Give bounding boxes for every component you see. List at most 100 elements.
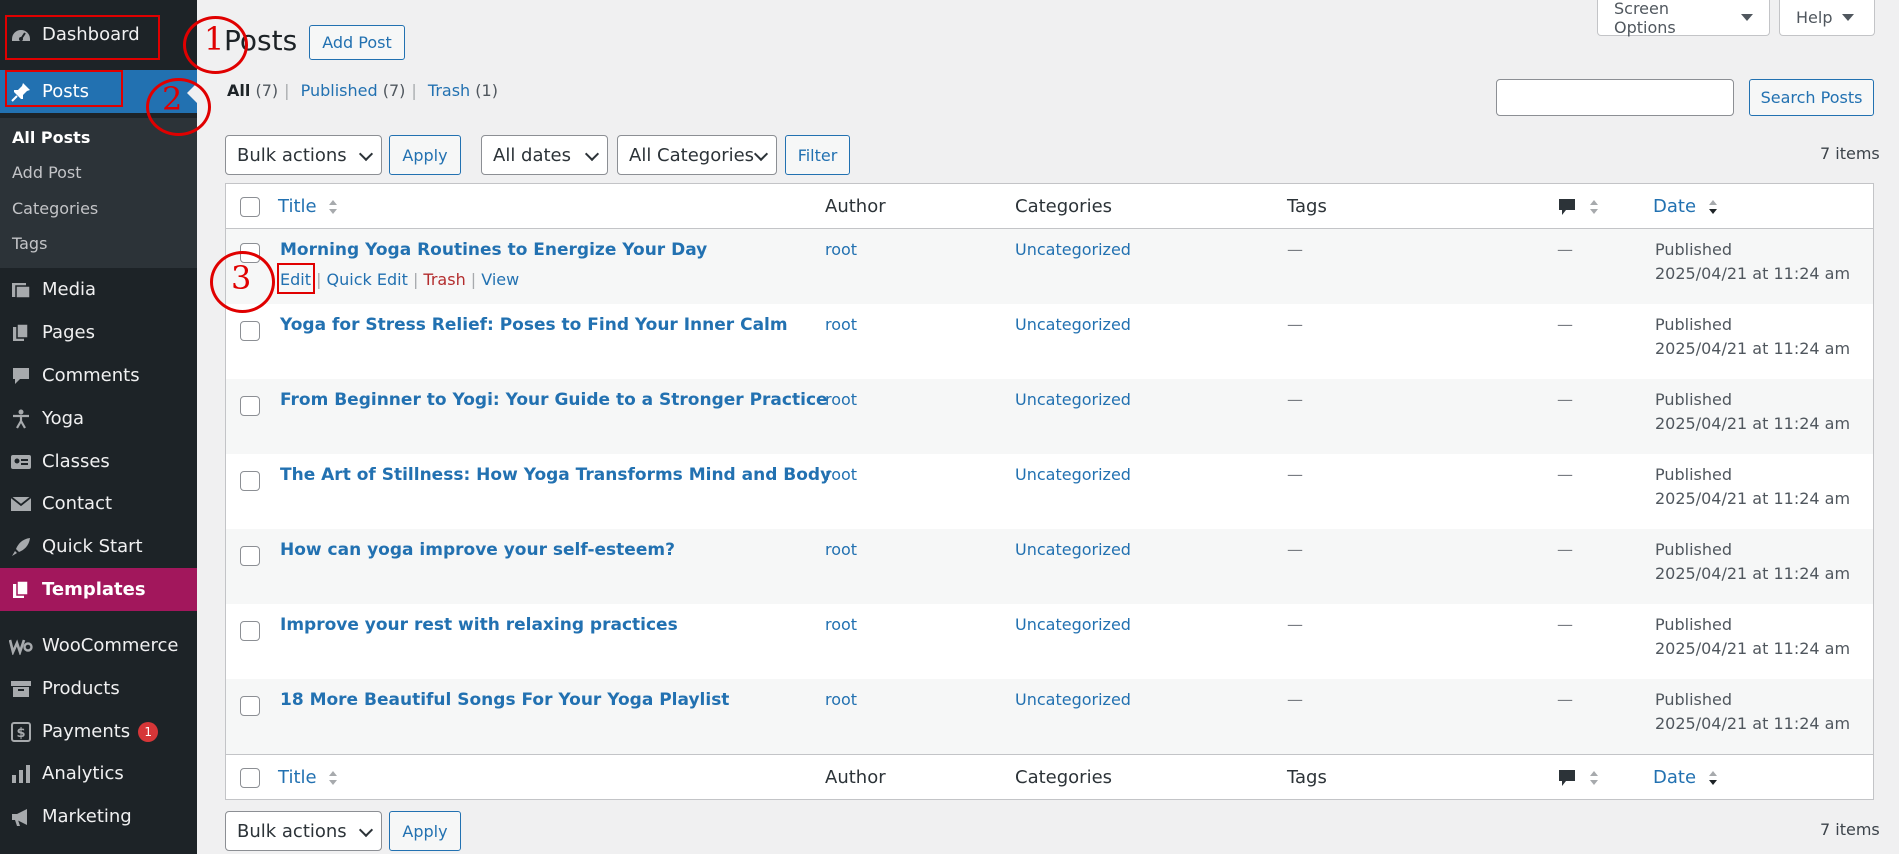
screen-options-button[interactable]: Screen Options bbox=[1597, 0, 1770, 37]
menu-classes[interactable]: Classes bbox=[0, 440, 197, 483]
categories-select[interactable]: All Categories bbox=[617, 135, 777, 175]
filter-published[interactable]: Published bbox=[301, 81, 378, 100]
notification-badge: 1 bbox=[138, 721, 159, 742]
comments-value: — bbox=[1557, 240, 1573, 259]
menu-label: Contact bbox=[42, 493, 113, 514]
comments-value: — bbox=[1557, 690, 1573, 709]
bulk-actions-select-bottom[interactable]: Bulk actions bbox=[225, 811, 382, 851]
menu-marketing[interactable]: Marketing bbox=[0, 795, 197, 838]
post-title-link[interactable]: Improve your rest with relaxing practice… bbox=[280, 615, 678, 635]
row-checkbox[interactable] bbox=[240, 546, 260, 566]
rocket-icon bbox=[0, 536, 42, 558]
select-all-checkbox[interactable] bbox=[240, 197, 260, 217]
row-checkbox[interactable] bbox=[240, 471, 260, 491]
filter-all[interactable]: All bbox=[227, 81, 250, 100]
row-checkbox[interactable] bbox=[240, 696, 260, 716]
post-title-link[interactable]: Morning Yoga Routines to Energize Your D… bbox=[280, 240, 707, 260]
menu-contact[interactable]: Contact bbox=[0, 482, 197, 525]
author-link[interactable]: root bbox=[825, 690, 857, 709]
menu-comments[interactable]: Comments bbox=[0, 354, 197, 397]
post-date: 2025/04/21 at 11:24 am bbox=[1655, 639, 1851, 658]
trash-link[interactable]: Trash bbox=[423, 270, 465, 289]
row-checkbox[interactable] bbox=[240, 321, 260, 341]
post-title-link[interactable]: 18 More Beautiful Songs For Your Yoga Pl… bbox=[280, 690, 729, 710]
author-link[interactable]: root bbox=[825, 540, 857, 559]
bulk-actions-select[interactable]: Bulk actions bbox=[225, 135, 382, 175]
table-row: 18 More Beautiful Songs For Your Yoga Pl… bbox=[226, 679, 1873, 754]
filter-button[interactable]: Filter bbox=[785, 135, 850, 175]
submenu-tags[interactable]: Tags bbox=[12, 234, 47, 253]
menu-label: Media bbox=[42, 279, 97, 300]
view-link[interactable]: View bbox=[481, 270, 519, 289]
author-link[interactable]: root bbox=[825, 240, 857, 259]
submenu-categories[interactable]: Categories bbox=[12, 199, 98, 218]
chevron-down-icon bbox=[753, 146, 769, 162]
add-post-button[interactable]: Add Post bbox=[309, 25, 405, 60]
post-title-link[interactable]: The Art of Stillness: How Yoga Transform… bbox=[280, 465, 831, 485]
column-date-footer[interactable]: Date bbox=[1653, 767, 1718, 788]
post-date: 2025/04/21 at 11:24 am bbox=[1655, 264, 1851, 283]
category-link[interactable]: Uncategorized bbox=[1015, 465, 1131, 484]
tags-value: — bbox=[1287, 465, 1303, 484]
menu-payments[interactable]: $ Payments 1 bbox=[0, 710, 197, 753]
column-comments-footer[interactable] bbox=[1557, 767, 1599, 788]
dates-select[interactable]: All dates bbox=[481, 135, 608, 175]
comment-bubble-icon bbox=[1559, 199, 1575, 215]
comments-value: — bbox=[1557, 390, 1573, 409]
comments-value: — bbox=[1557, 315, 1573, 334]
category-link[interactable]: Uncategorized bbox=[1015, 690, 1131, 709]
category-link[interactable]: Uncategorized bbox=[1015, 540, 1131, 559]
row-checkbox[interactable] bbox=[240, 621, 260, 641]
comments-value: — bbox=[1557, 615, 1573, 634]
category-link[interactable]: Uncategorized bbox=[1015, 240, 1131, 259]
menu-yoga[interactable]: Yoga bbox=[0, 397, 197, 440]
search-posts-button[interactable]: Search Posts bbox=[1749, 79, 1874, 116]
media-icon bbox=[0, 279, 42, 301]
help-button[interactable]: Help bbox=[1779, 0, 1875, 36]
category-link[interactable]: Uncategorized bbox=[1015, 315, 1131, 334]
filter-trash[interactable]: Trash bbox=[428, 81, 470, 100]
tags-value: — bbox=[1287, 690, 1303, 709]
menu-media[interactable]: Media bbox=[0, 268, 197, 311]
post-title-link[interactable]: How can yoga improve your self-esteem? bbox=[280, 540, 675, 560]
annotation-number-3: 3 bbox=[231, 259, 252, 297]
menu-products[interactable]: Products bbox=[0, 667, 197, 710]
search-input[interactable] bbox=[1496, 79, 1734, 116]
submenu-add-post[interactable]: Add Post bbox=[12, 163, 82, 182]
submenu-all-posts[interactable]: All Posts bbox=[12, 128, 90, 147]
column-date-header[interactable]: Date bbox=[1653, 196, 1718, 217]
chevron-down-icon bbox=[584, 146, 600, 162]
author-link[interactable]: root bbox=[825, 315, 857, 334]
table-row: Yoga for Stress Relief: Poses to Find Yo… bbox=[226, 304, 1873, 379]
sort-desc-icon bbox=[1708, 771, 1717, 785]
category-link[interactable]: Uncategorized bbox=[1015, 615, 1131, 634]
select-all-checkbox-footer[interactable] bbox=[240, 768, 260, 788]
menu-woocommerce[interactable]: WooCommerce bbox=[0, 624, 197, 667]
post-status: Published bbox=[1655, 315, 1733, 334]
table-footer: Title Author Categories Tags Date bbox=[226, 754, 1873, 799]
column-title-footer[interactable]: Title bbox=[278, 767, 338, 788]
table-header: Title Author Categories Tags Date bbox=[226, 184, 1873, 229]
category-link[interactable]: Uncategorized bbox=[1015, 390, 1131, 409]
row-checkbox[interactable] bbox=[240, 396, 260, 416]
column-comments-header[interactable] bbox=[1557, 196, 1599, 217]
author-link[interactable]: root bbox=[825, 465, 857, 484]
annotation-box-posts bbox=[5, 70, 123, 107]
post-title-link[interactable]: From Beginner to Yogi: Your Guide to a S… bbox=[280, 390, 828, 410]
column-title-header[interactable]: Title bbox=[278, 196, 338, 217]
date-cell: Published 2025/04/21 at 11:24 am bbox=[1655, 688, 1850, 736]
apply-button-bottom[interactable]: Apply bbox=[389, 811, 461, 851]
posts-submenu: All Posts Add Post Categories Tags bbox=[0, 118, 197, 268]
apply-button[interactable]: Apply bbox=[389, 135, 461, 175]
menu-pages[interactable]: Pages bbox=[0, 311, 197, 354]
author-link[interactable]: root bbox=[825, 390, 857, 409]
quick-edit-link[interactable]: Quick Edit bbox=[327, 270, 408, 289]
menu-quick-start[interactable]: Quick Start bbox=[0, 525, 197, 568]
menu-analytics[interactable]: Analytics bbox=[0, 752, 197, 795]
menu-label: Templates bbox=[42, 579, 146, 600]
post-title-link[interactable]: Yoga for Stress Relief: Poses to Find Yo… bbox=[280, 315, 788, 335]
menu-templates[interactable]: Templates bbox=[0, 568, 197, 611]
bulk-actions-value: Bulk actions bbox=[237, 144, 347, 166]
posts-table: Title Author Categories Tags Date Mornin… bbox=[225, 183, 1874, 800]
author-link[interactable]: root bbox=[825, 615, 857, 634]
